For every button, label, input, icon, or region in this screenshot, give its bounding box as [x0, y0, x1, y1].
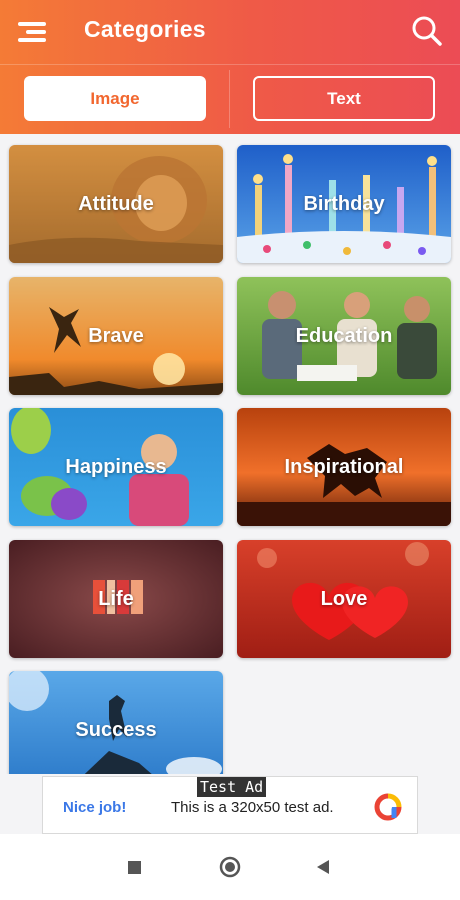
category-label: Success — [75, 718, 157, 741]
ad-body-text: This is a 320x50 test ad. — [171, 799, 334, 816]
category-card-happiness[interactable]: Happiness — [9, 408, 223, 526]
category-card-brave[interactable]: Brave — [9, 277, 223, 395]
app-toolbar: Categories Image Text — [0, 0, 460, 134]
ad-cta[interactable]: Nice job! — [63, 799, 126, 816]
category-label: Education — [295, 324, 393, 347]
category-card-inspirational[interactable]: Inspirational — [237, 408, 451, 526]
tab-separator — [229, 70, 230, 128]
circle-home-icon[interactable] — [213, 850, 247, 884]
system-navigation-bar — [0, 834, 460, 900]
category-label: Attitude — [78, 192, 154, 215]
page-title: Categories — [84, 16, 206, 42]
toolbar-divider — [0, 64, 460, 65]
category-label: Happiness — [65, 455, 167, 478]
category-card-attitude[interactable]: Attitude — [9, 145, 223, 263]
banner-ad[interactable]: Test Ad Nice job! This is a 320x50 test … — [42, 776, 418, 834]
category-card-birthday[interactable]: Birthday — [237, 145, 451, 263]
category-label: Life — [98, 587, 134, 610]
test-ad-tag: Test Ad — [197, 777, 267, 797]
hamburger-menu-icon[interactable] — [14, 14, 54, 50]
square-recents-icon[interactable] — [117, 850, 151, 884]
category-label: Love — [320, 587, 368, 610]
category-card-success[interactable]: Success — [9, 671, 223, 774]
triangle-back-icon[interactable] — [306, 850, 340, 884]
search-icon[interactable] — [410, 14, 444, 48]
category-grid: Attitude Birthday Brave Education Happin… — [0, 134, 460, 774]
tab-image[interactable]: Image — [24, 76, 206, 121]
category-card-love[interactable]: Love — [237, 540, 451, 658]
category-card-education[interactable]: Education — [237, 277, 451, 395]
category-label: Brave — [88, 324, 144, 347]
category-card-life[interactable]: Life — [9, 540, 223, 658]
ad-network-logo-icon — [373, 792, 403, 822]
category-label: Inspirational — [284, 455, 404, 478]
category-label: Birthday — [303, 192, 385, 215]
tab-text[interactable]: Text — [253, 76, 435, 121]
